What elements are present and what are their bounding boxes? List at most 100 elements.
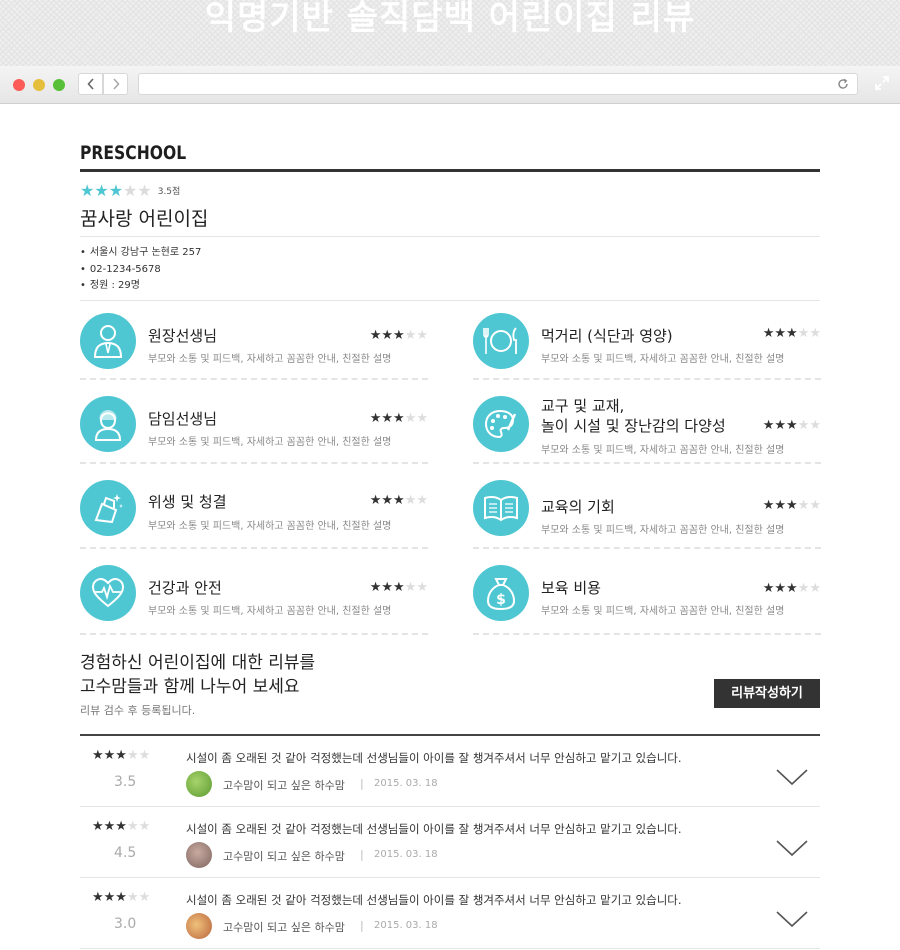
minimize-window-dot[interactable] [33, 79, 45, 91]
category-stars: ★★★★★ [762, 581, 821, 596]
category-stars: ★★★★★ [762, 418, 821, 433]
divider [80, 236, 820, 237]
review-item[interactable]: ★★★★★ 4.5 시설이 좀 오래된 것 같아 걱정했는데 선생님들이 아이를… [80, 807, 820, 878]
dashed-divider [80, 633, 428, 635]
category-health: 건강과 안전 부모와 소통 및 피드백, 자세하고 꼼꼼한 안내, 친절한 설명… [80, 565, 428, 635]
category-stars: ★★★★★ [762, 326, 821, 341]
review-stars: ★★★★★ [92, 819, 151, 834]
address-bar[interactable] [138, 73, 858, 95]
review-date: 2015. 03. 18 [374, 778, 438, 789]
cta-line1: 경험하신 어린이집에 대한 리뷰를 [80, 653, 316, 673]
school-info: 서울시 강남구 논현로 257 02-1234-5678 정원 : 29명 [80, 245, 201, 295]
category-cost: $ 보육 비용 부모와 소통 및 피드백, 자세하고 꼼꼼한 안내, 친절한 설… [473, 565, 821, 635]
review-text: 시설이 좀 오래된 것 같아 걱정했는데 선생님들이 아이를 잘 챙겨주셔서 너… [186, 893, 682, 907]
category-title-line1: 교구 및 교재, [541, 397, 625, 415]
school-name: 꿈사랑 어린이집 [80, 208, 209, 230]
review-date: 2015. 03. 18 [374, 849, 438, 860]
category-title: 교육의 기회 [541, 498, 615, 516]
school-phone: 02-1234-5678 [80, 262, 201, 279]
book-icon [473, 480, 529, 536]
review-text: 시설이 좀 오래된 것 같아 걱정했는데 선생님들이 아이를 잘 챙겨주셔서 너… [186, 751, 682, 765]
overall-score: 3.5점 [157, 187, 181, 197]
banner-title: 익명기반 솔직담백 어린이집 리뷰 [204, 0, 696, 38]
review-stars: ★★★★★ [92, 748, 151, 763]
review-separator: | [360, 777, 364, 790]
review-cta-heading: 경험하신 어린이집에 대한 리뷰를 고수맘들과 함께 나누어 보세요 [80, 651, 315, 699]
star-icon: ★ [108, 181, 124, 200]
meal-icon [473, 313, 529, 369]
teacher-icon [80, 396, 136, 452]
category-desc: 부모와 소통 및 피드백, 자세하고 꼼꼼한 안내, 친절한 설명 [541, 445, 785, 456]
star-empty-icon: ★ [123, 181, 138, 200]
top-banner: 익명기반 솔직담백 어린이집 리뷰 [0, 0, 900, 66]
category-desc: 부모와 소통 및 피드백, 자세하고 꼼꼼한 안내, 친절한 설명 [541, 525, 785, 536]
divider [80, 300, 820, 301]
review-author: 고수맘이 되고 싶은 하수맘 [223, 850, 345, 863]
category-title-line2: 놀이 시설 및 장난감의 다양성 [541, 417, 726, 435]
dashed-divider [473, 378, 821, 380]
browser-toolbar [0, 66, 900, 104]
review-item[interactable]: ★★★★★ 3.5 시설이 좀 오래된 것 같아 걱정했는데 선생님들이 아이를… [80, 736, 820, 807]
star-icon: ★ [80, 181, 95, 200]
dashed-divider [473, 633, 821, 635]
cta-line2: 고수맘들과 함께 나누어 보세요 [80, 677, 300, 697]
category-title: 먹거리 (식단과 영양) [541, 327, 673, 345]
reload-icon[interactable] [837, 78, 849, 90]
dashed-divider [80, 378, 428, 380]
avatar [186, 771, 212, 797]
category-teacher: 담임선생님 부모와 소통 및 피드백, 자세하고 꼼꼼한 안내, 친절한 설명 … [80, 396, 428, 466]
review-author: 고수맘이 되고 싶은 하수맘 [223, 779, 345, 792]
dashed-divider [473, 547, 821, 549]
avatar [186, 842, 212, 868]
review-separator: | [360, 848, 364, 861]
category-stars: ★★★★★ [369, 493, 428, 508]
write-review-button[interactable]: 리뷰작성하기 [714, 679, 820, 708]
chevron-left-icon [86, 78, 94, 90]
avatar [186, 913, 212, 939]
category-desc: 부모와 소통 및 피드백, 자세하고 꼼꼼한 안내, 친절한 설명 [541, 354, 785, 365]
svg-text:$: $ [496, 592, 506, 608]
star-empty-icon: ★ [137, 181, 152, 200]
school-address: 서울시 강남구 논현로 257 [80, 245, 201, 262]
close-window-dot[interactable] [13, 79, 25, 91]
dashed-divider [80, 547, 428, 549]
overall-rating: ★★★★★ 3.5점 [80, 181, 180, 200]
review-score: 4.5 [114, 845, 137, 861]
review-separator: | [360, 919, 364, 932]
review-score: 3.5 [114, 774, 137, 790]
chevron-right-icon [112, 78, 120, 90]
dashed-divider [80, 462, 428, 464]
chevron-down-icon[interactable] [776, 910, 808, 928]
category-hygiene: 위생 및 청결 부모와 소통 및 피드백, 자세하고 꼼꼼한 안내, 친절한 설… [80, 480, 428, 550]
cleaning-icon [80, 480, 136, 536]
category-stars: ★★★★★ [369, 328, 428, 343]
category-desc: 부모와 소통 및 피드백, 자세하고 꼼꼼한 안내, 친절한 설명 [148, 354, 392, 365]
category-stars: ★★★★★ [762, 498, 821, 513]
category-desc: 부모와 소통 및 피드백, 자세하고 꼼꼼한 안내, 친절한 설명 [148, 521, 392, 532]
overall-stars: ★★★★★ [80, 181, 152, 200]
category-title: 보육 비용 [541, 579, 601, 597]
review-score: 3.0 [114, 916, 137, 932]
maximize-window-dot[interactable] [53, 79, 65, 91]
review-text: 시설이 좀 오래된 것 같아 걱정했는데 선생님들이 아이를 잘 챙겨주셔서 너… [186, 822, 682, 836]
category-title: 건강과 안전 [148, 579, 222, 597]
palette-icon [473, 396, 529, 452]
chevron-down-icon[interactable] [776, 839, 808, 857]
school-capacity: 정원 : 29명 [80, 278, 201, 295]
chevron-down-icon[interactable] [776, 768, 808, 786]
review-item[interactable]: ★★★★★ 3.0 시설이 좀 오래된 것 같아 걱정했는데 선생님들이 아이를… [80, 878, 820, 949]
category-stars: ★★★★★ [369, 580, 428, 595]
review-cta-subtext: 리뷰 검수 후 등록됩니다. [80, 704, 196, 717]
category-education: 교육의 기회 부모와 소통 및 피드백, 자세하고 꼼꼼한 안내, 친절한 설명… [473, 480, 821, 550]
category-desc: 부모와 소통 및 피드백, 자세하고 꼼꼼한 안내, 친절한 설명 [148, 437, 392, 448]
expand-icon[interactable] [874, 75, 890, 91]
category-principal: 원장선생님 부모와 소통 및 피드백, 자세하고 꼼꼼한 안내, 친절한 설명 … [80, 313, 428, 383]
category-title: 담임선생님 [148, 410, 218, 428]
category-stars: ★★★★★ [369, 411, 428, 426]
heart-pulse-icon [80, 565, 136, 621]
back-button[interactable] [78, 73, 103, 95]
forward-button[interactable] [103, 73, 128, 95]
star-icon: ★ [94, 181, 109, 200]
review-divider [80, 948, 820, 949]
review-author: 고수맘이 되고 싶은 하수맘 [223, 921, 345, 934]
